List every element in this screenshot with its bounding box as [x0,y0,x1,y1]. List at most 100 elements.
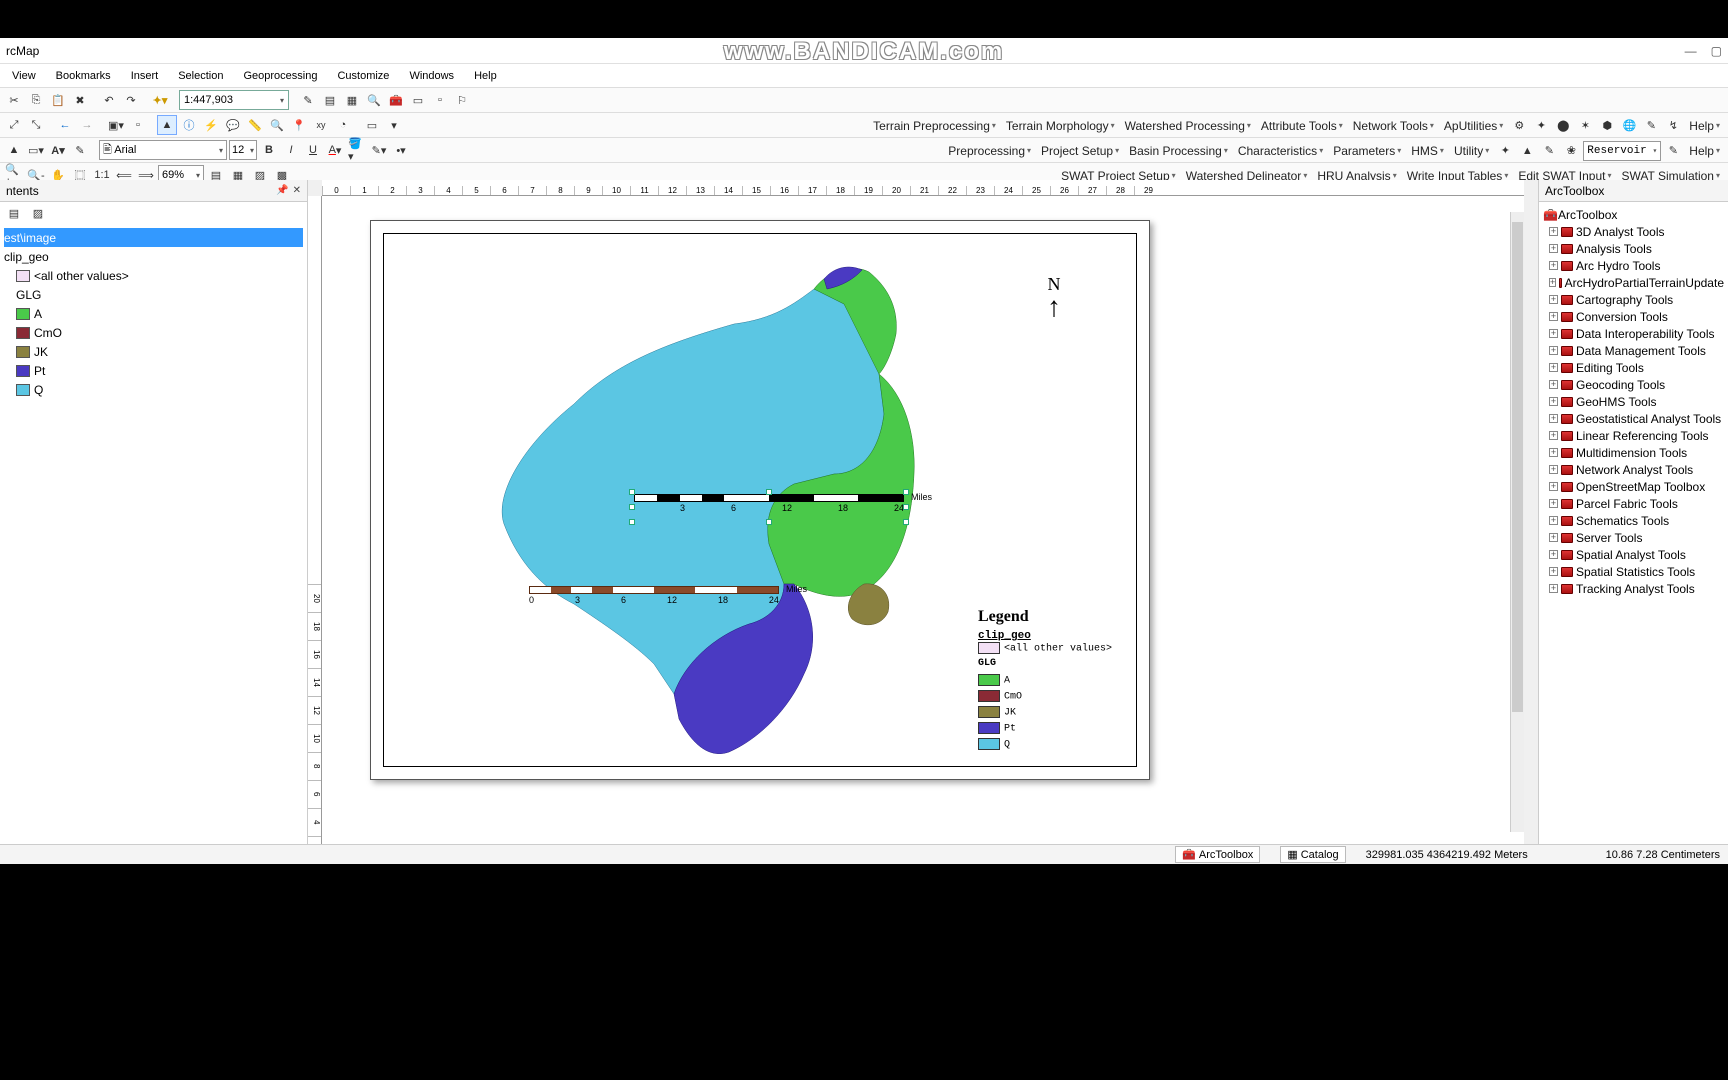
toolbox-item[interactable]: +Schematics Tools [1543,512,1724,529]
toolbox-item[interactable]: +Arc Hydro Tools [1543,257,1724,274]
toc-layer[interactable]: clip_geo [4,247,303,266]
zoom-fixed-icon[interactable]: ⤡ [26,115,46,135]
selection-handle[interactable] [903,489,909,495]
toolbox-item[interactable]: +Cartography Tools [1543,291,1724,308]
marker-color-icon[interactable]: •▾ [391,140,411,160]
expand-icon[interactable]: + [1549,414,1558,423]
menu-help[interactable]: Help [466,68,505,84]
toc-class-q[interactable]: Q [4,380,303,399]
select-features-icon[interactable]: ▣▾ [106,115,126,135]
expand-icon[interactable]: + [1549,295,1558,304]
toc-all-other-values[interactable]: <all other values> [4,266,303,285]
expand-icon[interactable]: + [1549,346,1558,355]
toc-class-pt[interactable]: Pt [4,361,303,380]
expand-icon[interactable]: + [1549,312,1558,321]
more-icon[interactable]: ⚐ [452,90,472,110]
fill-color-icon[interactable]: 🪣▾ [347,140,367,160]
draw-pointer-icon[interactable]: ▲ [4,140,24,160]
toolbox-item[interactable]: +Network Analyst Tools [1543,461,1724,478]
find-icon[interactable]: 🔍 [267,115,287,135]
hms-tool-a-icon[interactable]: ✦ [1495,141,1515,161]
vertical-scrollbar[interactable] [1510,212,1524,832]
edit-vertices-icon[interactable]: ✎ [70,140,90,160]
expand-icon[interactable]: + [1549,465,1558,474]
map-scale-input[interactable]: 1:447,903 ▾ [179,90,289,110]
copy-icon[interactable]: ⎘ [26,90,46,110]
expand-icon[interactable]: + [1549,550,1558,559]
selection-handle[interactable] [766,519,772,525]
expand-icon[interactable]: + [1549,261,1558,270]
redo-icon[interactable]: ↷ [121,90,141,110]
tool-f-icon[interactable]: 🌐 [1619,116,1639,136]
toolbox-item[interactable]: +Conversion Tools [1543,308,1724,325]
line-color-icon[interactable]: ✎▾ [369,140,389,160]
project-setup-menu[interactable]: Project Setup [1037,142,1123,160]
toolbox-item[interactable]: +Analysis Tools [1543,240,1724,257]
pin-icon[interactable]: 📌 [276,185,288,196]
hms-tool-b-icon[interactable]: ▲ [1517,141,1537,161]
tool-b-icon[interactable]: ✦ [1531,116,1551,136]
measure-icon[interactable]: 📏 [245,115,265,135]
modelbuilder-icon[interactable]: ▫ [430,90,450,110]
expand-icon[interactable]: + [1549,516,1558,525]
tool-c-icon[interactable]: ⬤ [1553,116,1573,136]
expand-icon[interactable]: + [1549,244,1558,253]
data-frame[interactable]: N ↑ 3 6 [383,233,1137,767]
goto-xy-icon[interactable]: xy [311,115,331,135]
scale-bar[interactable]: 0 3 6 12 18 24 Miles [529,586,779,612]
expand-icon[interactable]: + [1549,584,1558,593]
selection-handle[interactable] [629,519,635,525]
html-popup-icon[interactable]: 💬 [223,115,243,135]
delete-icon[interactable]: ✖ [70,90,90,110]
back-extent-icon[interactable]: ← [55,115,75,135]
aputilities-menu[interactable]: ApUtilities [1440,117,1507,135]
toolbox-item[interactable]: +Data Management Tools [1543,342,1724,359]
selection-handle[interactable] [903,519,909,525]
menu-view[interactable]: View [4,68,44,84]
list-by-source-icon[interactable]: ▨ [28,203,48,223]
search-window-icon[interactable]: 🔍 [364,90,384,110]
expand-icon[interactable]: + [1549,278,1556,287]
toolbox-item[interactable]: +3D Analyst Tools [1543,223,1724,240]
editor-toolbar-icon[interactable]: ✎ [298,90,318,110]
menu-selection[interactable]: Selection [170,68,231,84]
terrain-morphology-menu[interactable]: Terrain Morphology [1002,117,1119,135]
toolbox-item[interactable]: +Geocoding Tools [1543,376,1724,393]
expand-icon[interactable]: + [1549,567,1558,576]
viewer-window-icon[interactable]: ▭ [362,115,382,135]
tool-h-icon[interactable]: ↯ [1663,116,1683,136]
terrain-preprocessing-menu[interactable]: Terrain Preprocessing [869,117,1000,135]
basin-processing-menu[interactable]: Basin Processing [1125,142,1232,160]
expand-icon[interactable]: + [1549,482,1558,491]
expand-icon[interactable]: + [1549,363,1558,372]
toc-class-cmo[interactable]: CmO [4,323,303,342]
draw-rect-icon[interactable]: ▭▾ [26,140,46,160]
toolbox-item[interactable]: +OpenStreetMap Toolbox [1543,478,1724,495]
clear-select-icon[interactable]: ▫ [128,115,148,135]
catalog-icon[interactable]: ▦ [342,90,362,110]
python-icon[interactable]: ▭ [408,90,428,110]
toolbox-item[interactable]: +Server Tools [1543,529,1724,546]
toolbox-item[interactable]: +Linear Referencing Tools [1543,427,1724,444]
expand-icon[interactable]: + [1549,499,1558,508]
map-legend[interactable]: Legend clip_geo <all other values> GLG A… [978,608,1118,754]
minimize-icon[interactable]: — [1685,44,1697,58]
font-color-icon[interactable]: A▾ [325,140,345,160]
layout-view[interactable]: 0123456789101112131415161718192021222324… [308,180,1538,864]
tab-catalog[interactable]: ▦ Catalog [1280,846,1345,863]
tool-g-icon[interactable]: ✎ [1641,116,1661,136]
toolbox-item[interactable]: +Multidimension Tools [1543,444,1724,461]
toolbox-item[interactable]: +Editing Tools [1543,359,1724,376]
layout-page[interactable]: N ↑ 3 6 [370,220,1150,780]
characteristics-menu[interactable]: Characteristics [1234,142,1327,160]
expand-icon[interactable]: + [1549,397,1558,406]
tool-d-icon[interactable]: ✶ [1575,116,1595,136]
bold-button[interactable]: B [259,140,279,160]
expand-icon[interactable]: + [1549,448,1558,457]
toolbox-item[interactable]: +Spatial Analyst Tools [1543,546,1724,563]
menu-bookmarks[interactable]: Bookmarks [48,68,119,84]
tool-e-icon[interactable]: ⬢ [1597,116,1617,136]
expand-icon[interactable]: + [1549,380,1558,389]
hyperlink-icon[interactable]: ⚡ [201,115,221,135]
expand-icon[interactable]: + [1549,533,1558,542]
